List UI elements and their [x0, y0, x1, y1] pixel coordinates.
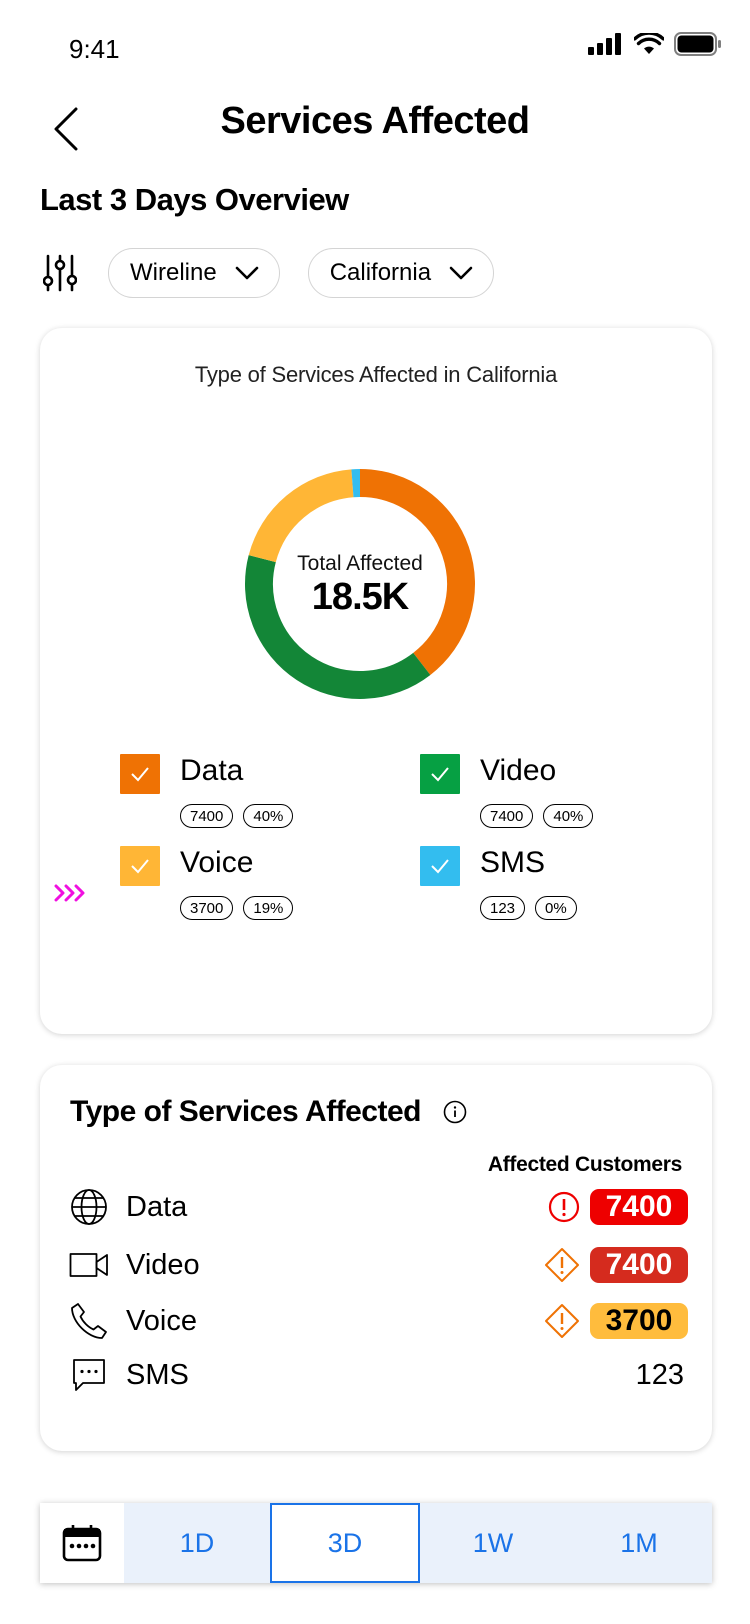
service-label: Video — [126, 1248, 200, 1281]
affected-count: 123 — [635, 1358, 684, 1391]
battery-icon — [674, 32, 721, 56]
status-icons — [588, 32, 722, 56]
legend-count-badge: 3700 — [180, 896, 234, 920]
service-value-group: 3700 — [544, 1303, 688, 1339]
chevrons-right-icon — [54, 884, 88, 907]
network-dropdown-value: Wireline — [130, 259, 217, 286]
time-range-1w[interactable]: 1W — [420, 1503, 566, 1583]
legend-label: Video — [480, 754, 557, 787]
chart-title: Type of Services Affected in California — [194, 362, 558, 387]
chevron-down-icon — [449, 266, 473, 280]
donut-center-value: 18.5K — [311, 575, 409, 618]
info-icon[interactable] — [443, 1100, 467, 1124]
status-bar: 9:41 — [0, 0, 750, 90]
legend-percent-badge: 0% — [535, 896, 577, 920]
service-row-sms: SMS 123 — [68, 1351, 688, 1399]
legend-count-badge: 123 — [480, 896, 526, 920]
service-value-group: 7400 — [544, 1247, 688, 1283]
globe-icon — [68, 1186, 110, 1228]
network-dropdown[interactable]: Wireline — [108, 248, 280, 298]
column-header-affected-customers: Affected Customers — [487, 1153, 682, 1176]
chart-card: Type of Services Affected in California … — [40, 328, 712, 1034]
filter-row: Wireline California — [40, 248, 522, 298]
warning-icon — [544, 1247, 580, 1283]
sliders-icon — [43, 254, 77, 292]
legend-checkbox-voice[interactable] — [120, 846, 160, 886]
service-value-group: 7400 — [548, 1189, 688, 1225]
header: Services Affected — [0, 90, 750, 180]
legend-label: Voice — [180, 846, 254, 879]
calendar-button[interactable] — [40, 1503, 124, 1583]
phone-icon — [68, 1300, 110, 1342]
status-time: 9:41 — [69, 34, 120, 64]
services-table-card: Type of Services Affected Affected Custo… — [40, 1065, 712, 1451]
time-range-selector: 1D 3D 1W 1M — [40, 1503, 712, 1583]
legend-badges: 7400 40% — [480, 804, 594, 828]
legend-checkbox-sms[interactable] — [420, 846, 460, 886]
service-label: Voice — [126, 1304, 197, 1337]
filter-settings-button[interactable] — [40, 251, 80, 295]
service-label: Data — [126, 1190, 188, 1223]
legend-badges: 123 0% — [480, 896, 577, 920]
message-icon — [68, 1354, 110, 1396]
legend-badges: 7400 40% — [180, 804, 294, 828]
check-icon — [431, 767, 449, 782]
check-icon — [131, 859, 149, 874]
overview-title: Last 3 Days Overview — [40, 182, 349, 217]
error-icon — [548, 1191, 580, 1223]
legend-checkbox-video[interactable] — [420, 754, 460, 794]
affected-count-badge: 7400 — [590, 1189, 688, 1225]
legend-count-badge: 7400 — [180, 804, 234, 828]
time-range-1d[interactable]: 1D — [124, 1503, 270, 1583]
donut-center: Total Affected 18.5K — [240, 464, 480, 704]
service-value-group: 123 — [636, 1359, 688, 1392]
region-dropdown-value: California — [329, 259, 432, 286]
time-range-1m[interactable]: 1M — [566, 1503, 712, 1583]
legend-checkbox-data[interactable] — [120, 754, 160, 794]
legend-count-badge: 7400 — [480, 804, 534, 828]
video-camera-icon — [68, 1244, 110, 1286]
region-dropdown[interactable]: California — [307, 248, 495, 298]
service-row-data: Data 7400 — [68, 1183, 688, 1231]
services-table-header: Type of Services Affected — [70, 1095, 467, 1129]
services-table-title: Type of Services Affected — [70, 1095, 421, 1128]
donut-center-label: Total Affected — [297, 551, 423, 575]
affected-count-badge: 3700 — [590, 1303, 688, 1339]
legend-badges: 3700 19% — [180, 896, 294, 920]
legend-percent-badge: 40% — [543, 804, 594, 828]
legend-percent-badge: 19% — [243, 896, 294, 920]
service-row-voice: Voice 3700 — [68, 1297, 688, 1345]
legend-label: SMS — [480, 846, 546, 879]
time-range-3d[interactable]: 3D — [270, 1503, 420, 1583]
legend-percent-badge: 40% — [243, 804, 294, 828]
affected-count-badge: 7400 — [590, 1247, 688, 1283]
wifi-icon — [634, 33, 664, 54]
check-icon — [431, 859, 449, 874]
page-title: Services Affected — [220, 100, 530, 142]
warning-icon — [544, 1303, 580, 1339]
check-icon — [131, 767, 149, 782]
service-label: SMS — [126, 1358, 189, 1391]
signal-icon — [588, 33, 621, 55]
legend-label: Data — [180, 754, 244, 787]
chevron-down-icon — [235, 266, 259, 280]
service-row-video: Video 7400 — [68, 1241, 688, 1289]
calendar-icon — [62, 1525, 102, 1562]
